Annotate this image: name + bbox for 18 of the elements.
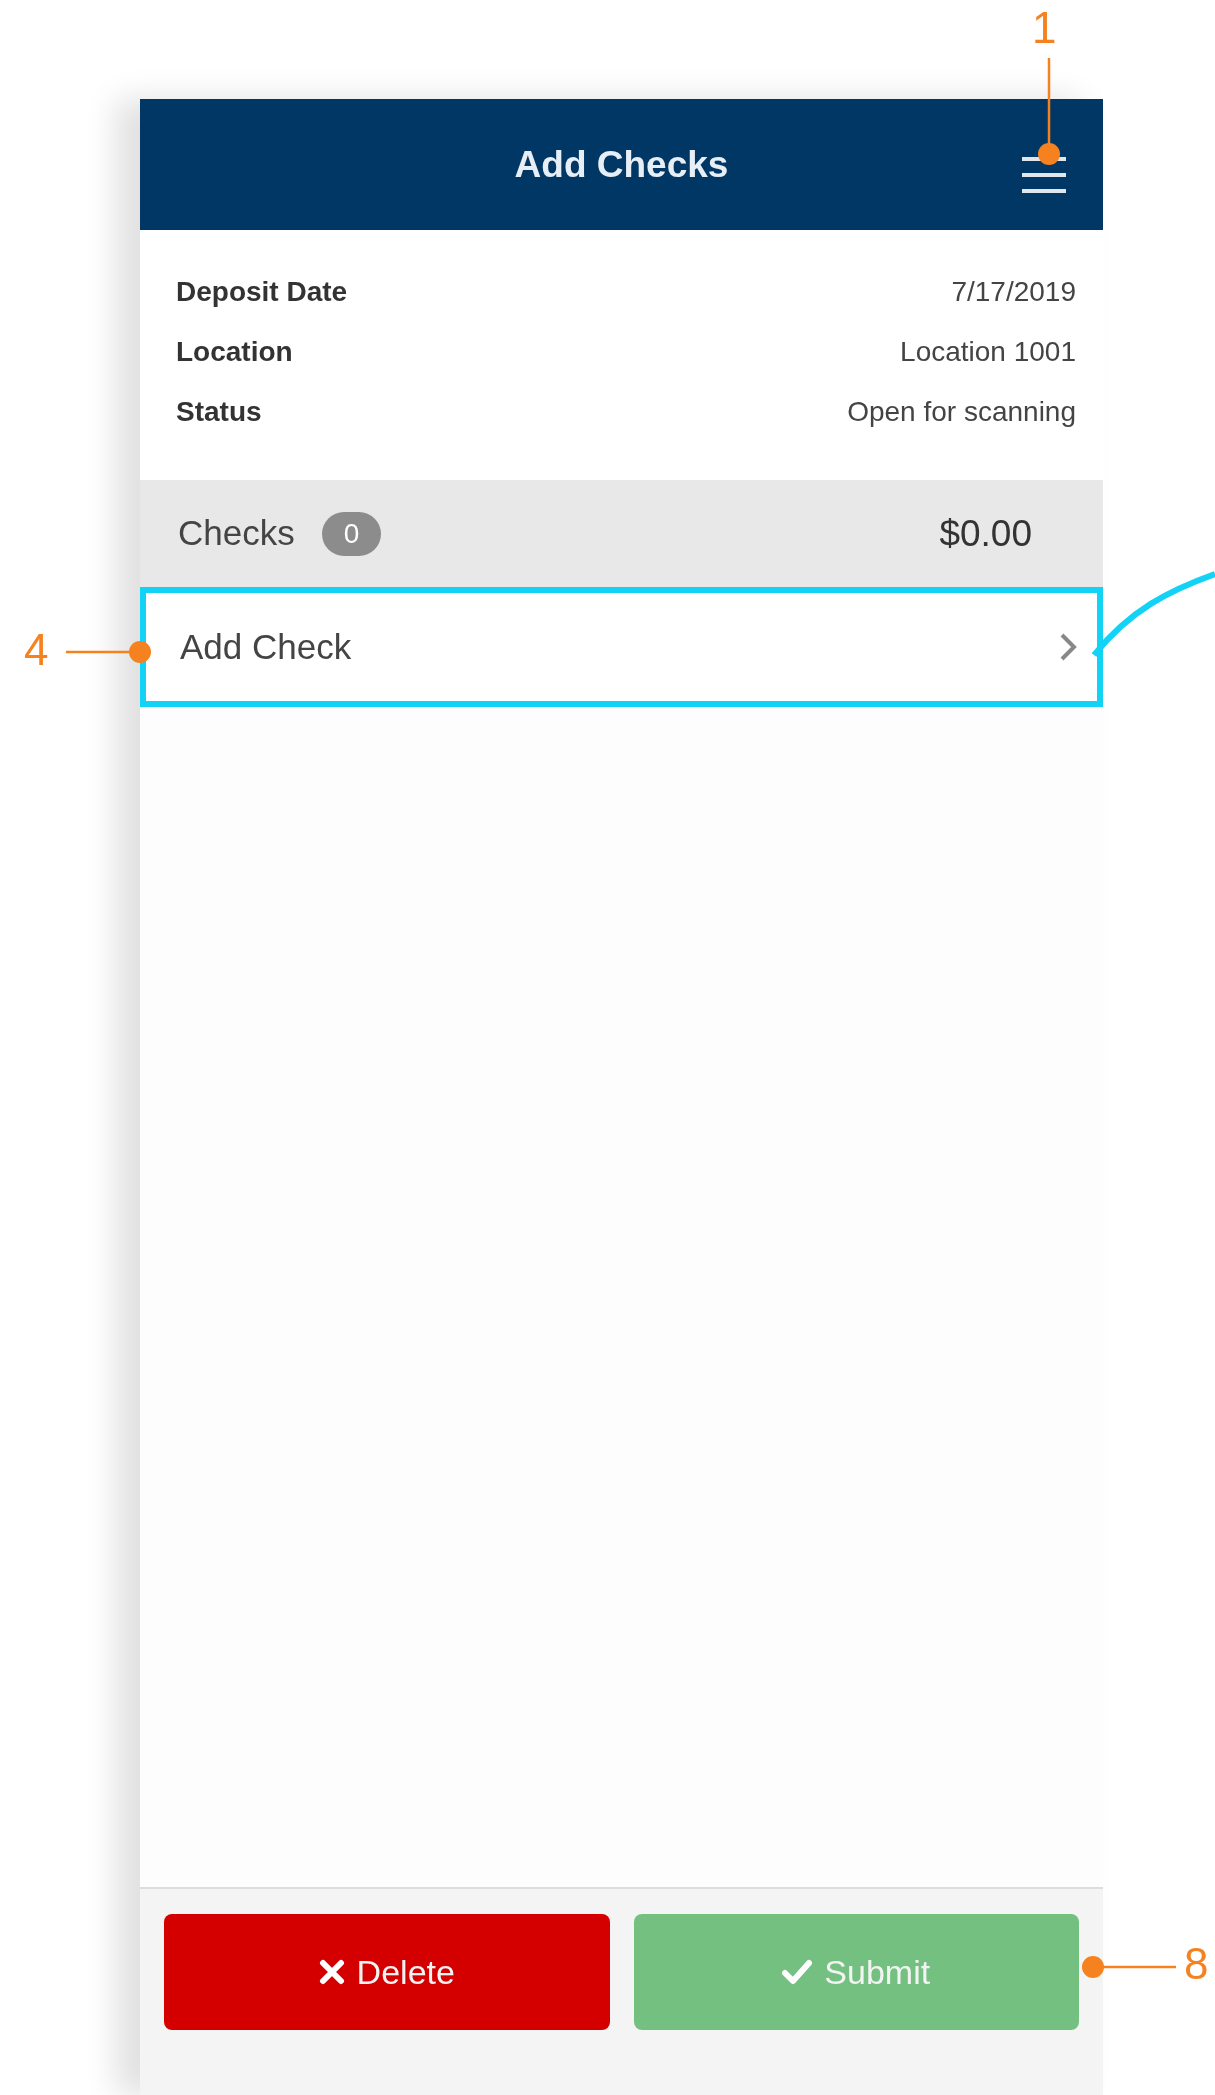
count-badge: 0 <box>321 511 382 556</box>
info-value: Open for scanning <box>847 395 1076 429</box>
delete-button[interactable]: Delete <box>164 1914 610 2030</box>
info-value: 7/17/2019 <box>951 275 1076 309</box>
close-icon <box>318 1959 345 1985</box>
callout-number: 1 <box>1032 2 1057 54</box>
info-label: Location <box>176 335 293 369</box>
info-label: Deposit Date <box>176 275 348 309</box>
page-title: Add Checks <box>514 142 729 187</box>
checks-total: $0.00 <box>939 511 1032 556</box>
info-value: Location 1001 <box>900 335 1076 369</box>
callout-number: 4 <box>24 624 49 676</box>
chevron-right-icon <box>1059 632 1077 662</box>
info-label: Status <box>176 395 262 429</box>
checks-label: Checks <box>178 512 295 555</box>
add-check-row[interactable]: Add Check <box>140 587 1103 707</box>
checkmark-icon <box>782 1959 813 1985</box>
callout-number: 8 <box>1184 1938 1209 1990</box>
